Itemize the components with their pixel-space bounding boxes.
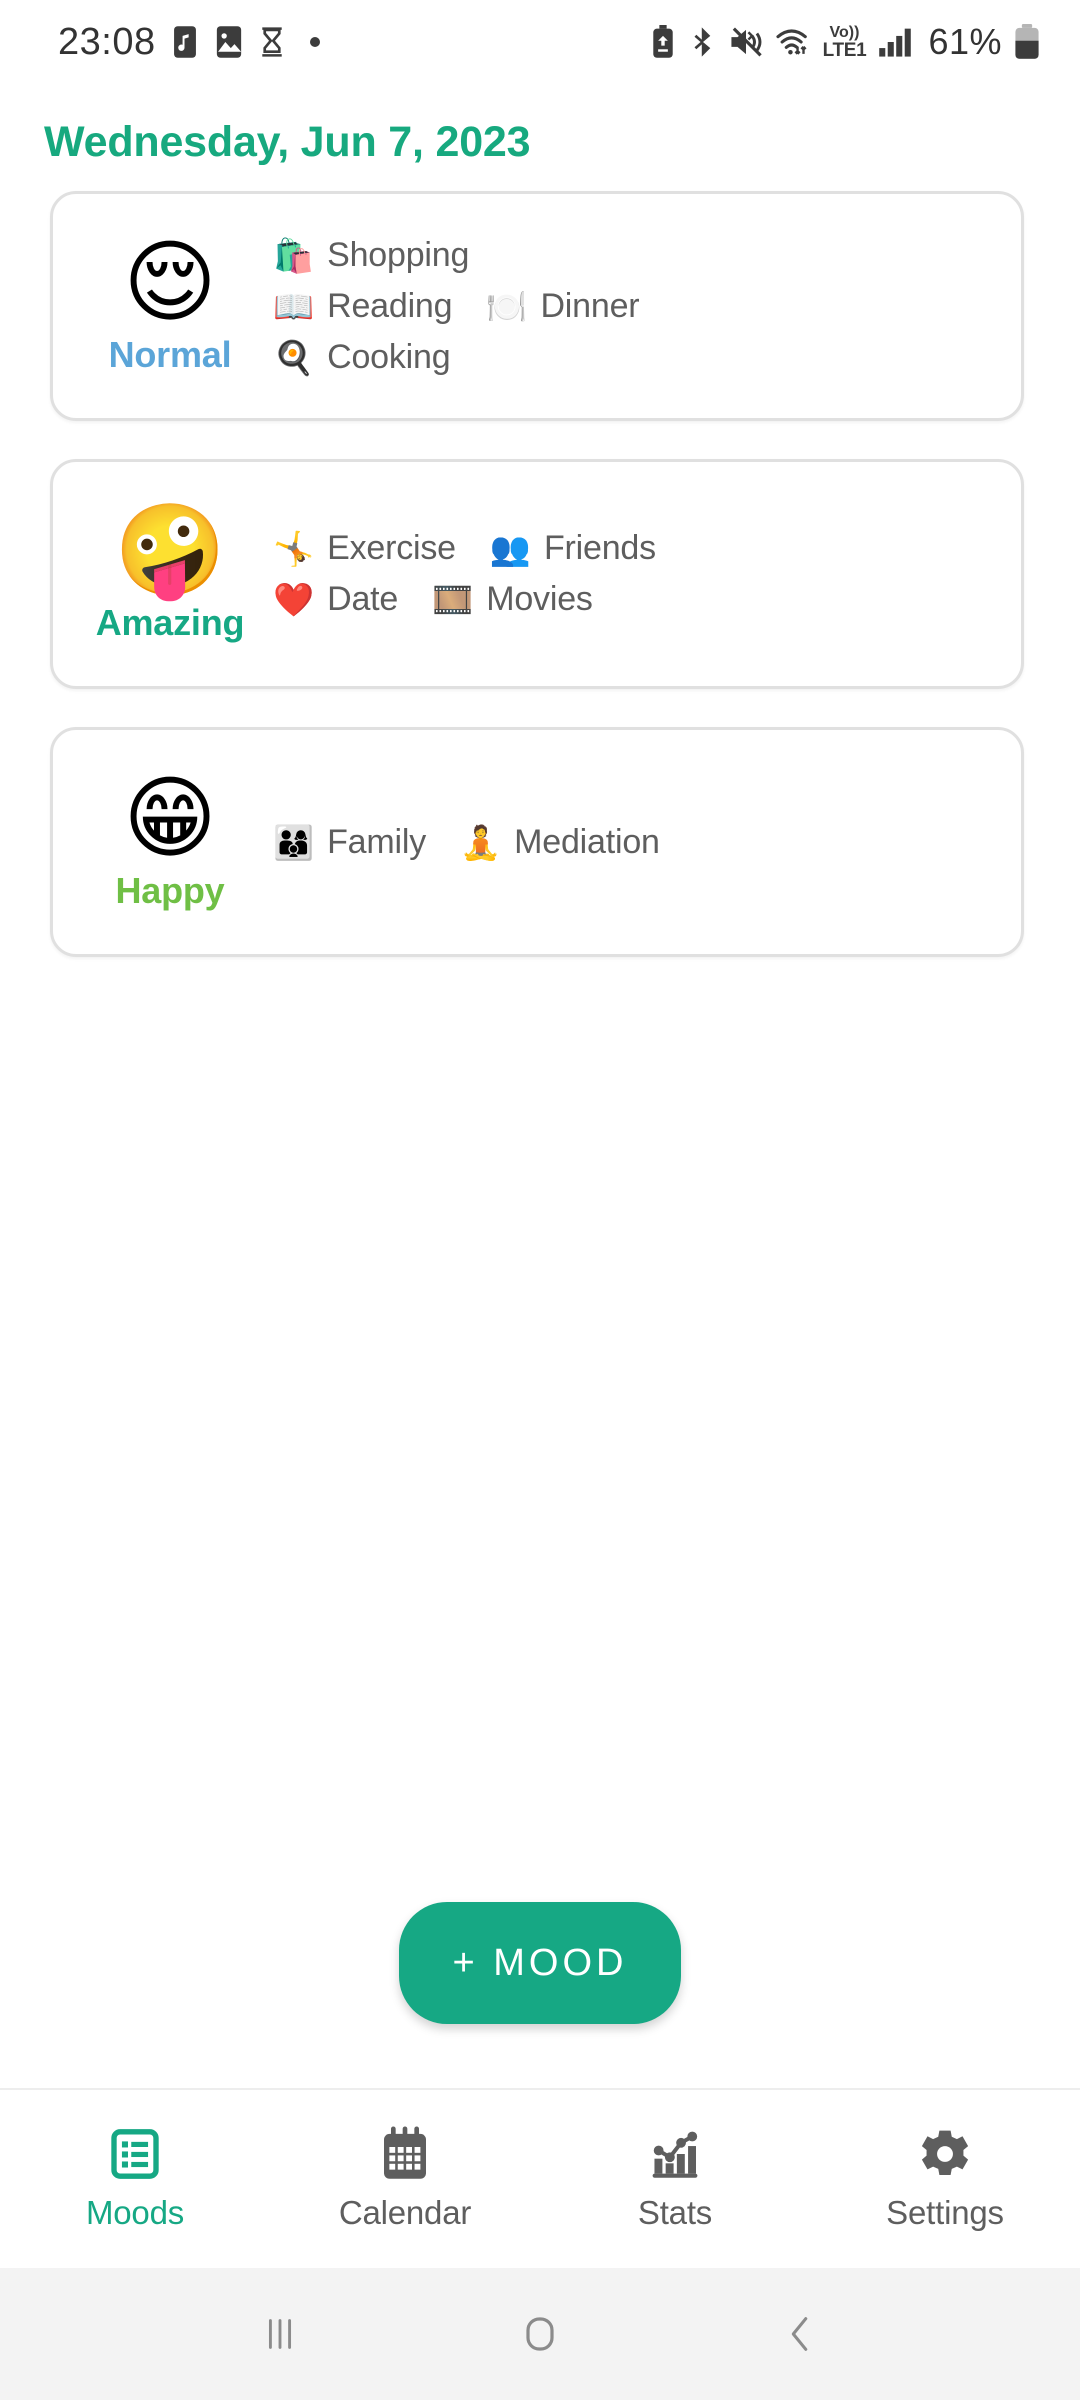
calendar-icon (377, 2126, 433, 2182)
film-frames-emoji: 🎞️ (432, 580, 474, 619)
volte-top-label: Vo)) (829, 23, 860, 41)
volte-bottom-label: LTE1 (822, 39, 867, 61)
status-clock: 23:08 (58, 20, 156, 63)
nav-item-calendar[interactable]: Calendar (270, 2126, 540, 2232)
activity-label: Friends (543, 529, 656, 567)
mood-card[interactable]: 🤪 Amazing 🤸 Exercise 👥 Friends ❤️ Date 🎞… (50, 459, 1024, 689)
app-root: 23:08 Vo)) LTE1 61% Wednesday, Jun 7, 20… (0, 0, 1080, 2400)
signal-bars-icon (878, 26, 912, 58)
nav-label-settings: Settings (886, 2194, 1004, 2231)
activity-item[interactable]: ❤️ Date (273, 580, 398, 619)
nav-label-stats: Stats (637, 2194, 713, 2231)
activity-label: Movies (486, 580, 593, 618)
dot-indicator-icon (309, 37, 320, 47)
bluetooth-icon (689, 25, 717, 59)
activity-item[interactable]: 🎞️ Movies (432, 580, 593, 619)
activity-label: Dinner (540, 286, 640, 325)
activity-item[interactable]: 🤸 Exercise (273, 529, 456, 568)
hourglass-icon (258, 25, 286, 59)
battery-saver-icon (649, 25, 677, 59)
mood-label: Amazing (95, 602, 245, 644)
activity-label: Cooking (327, 337, 451, 376)
recents-icon[interactable] (235, 2289, 325, 2379)
activity-item[interactable]: 📖 Reading (273, 286, 453, 326)
nav-item-stats[interactable]: Stats (540, 2126, 810, 2232)
mood-summary: 😁 Happy (79, 765, 261, 913)
activity-item[interactable]: 🍳 Cooking (273, 337, 451, 377)
mood-summary: 😌 Normal (79, 229, 261, 377)
activity-item[interactable]: 🍽️ Dinner (486, 287, 639, 326)
activity-list: 🤸 Exercise 👥 Friends ❤️ Date 🎞️ Movies (261, 529, 1003, 619)
bottom-navigation: Moods Calendar Stats Settings (0, 2088, 1080, 2268)
page-title-date: Wednesday, Jun 7, 2023 (44, 118, 531, 166)
shopping-bags-emoji: 🛍️ (273, 235, 315, 275)
status-bar-right: Vo)) LTE1 61% (649, 21, 1040, 63)
activity-list: 🛍️ Shopping 📖 Reading 🍽️ Dinner 🍳 Cookin… (261, 236, 1003, 377)
cartwheeling-person-emoji: 🤸 (273, 529, 315, 568)
gallery-image-icon (214, 25, 244, 59)
activity-row: 👨‍👩‍👦 Family 🧘 Mediation (273, 823, 1003, 862)
activity-item[interactable]: 🧘 Mediation (460, 823, 660, 862)
gear-icon (917, 2126, 973, 2182)
activity-list: 👨‍👩‍👦 Family 🧘 Mediation (261, 823, 1003, 862)
mood-card[interactable]: 😁 Happy 👨‍👩‍👦 Family 🧘 Mediation (50, 727, 1024, 957)
activity-item[interactable]: 🛍️ Shopping (273, 236, 469, 275)
list-box-icon (107, 2126, 163, 2182)
android-navigation-bar (0, 2268, 1080, 2400)
family-emoji: 👨‍👩‍👦 (273, 822, 315, 862)
person-lotus-position-emoji: 🧘 (460, 822, 502, 862)
activity-row: 📖 Reading 🍽️ Dinner (273, 287, 1003, 326)
battery-icon (1014, 24, 1040, 60)
frying-pan-emoji: 🍳 (273, 337, 315, 377)
home-icon[interactable] (495, 2289, 585, 2379)
back-icon[interactable] (755, 2289, 845, 2379)
fab-container: + MOOD (0, 1902, 1080, 2024)
activity-label: Date (327, 580, 399, 618)
nav-item-moods[interactable]: Moods (0, 2126, 270, 2232)
beaming-face-emoji: 😁 (123, 765, 217, 871)
mood-label: Normal (108, 334, 232, 376)
mood-list: 😌 Normal 🛍️ Shopping 📖 Reading 🍽️ Dinner… (0, 191, 1080, 2088)
bar-chart-icon (647, 2126, 703, 2182)
activity-row: 🍳 Cooking (273, 338, 1003, 377)
activity-item[interactable]: 👨‍👩‍👦 Family (273, 823, 426, 862)
busts-in-silhouette-emoji: 👥 (489, 529, 531, 568)
activity-label: Mediation (514, 822, 660, 861)
activity-row: ❤️ Date 🎞️ Movies (273, 580, 1003, 619)
activity-row: 🛍️ Shopping (273, 236, 1003, 275)
activity-label: Exercise (327, 529, 456, 567)
red-heart-emoji: ❤️ (273, 580, 315, 619)
status-bar-left: 23:08 (58, 21, 320, 64)
mute-vibrate-icon (729, 26, 763, 58)
activity-item[interactable]: 👥 Friends (490, 529, 656, 568)
wifi-data-icon (775, 26, 813, 58)
activity-label: Shopping (327, 235, 470, 274)
mood-summary: 🤪 Amazing (79, 497, 261, 645)
status-bar: 23:08 Vo)) LTE1 61% (0, 0, 1080, 84)
fork-knife-plate-emoji: 🍽️ (486, 286, 528, 326)
mood-card[interactable]: 😌 Normal 🛍️ Shopping 📖 Reading 🍽️ Dinner… (50, 191, 1024, 421)
activity-label: Family (327, 822, 427, 861)
add-mood-button[interactable]: + MOOD (398, 1902, 682, 2024)
nav-label-moods: Moods (85, 2194, 185, 2231)
nav-item-settings[interactable]: Settings (810, 2126, 1080, 2232)
battery-percent-label: 61% (928, 21, 1002, 62)
mood-label: Happy (115, 870, 225, 912)
open-book-emoji: 📖 (273, 286, 315, 326)
volte-icon: Vo)) LTE1 (822, 23, 867, 61)
activity-label: Reading (327, 286, 453, 325)
nav-label-calendar: Calendar (338, 2194, 472, 2231)
zany-face-emoji: 🤪 (113, 497, 227, 603)
music-note-icon (170, 25, 200, 59)
relieved-face-emoji: 😌 (123, 229, 217, 335)
activity-row: 🤸 Exercise 👥 Friends (273, 529, 1003, 568)
